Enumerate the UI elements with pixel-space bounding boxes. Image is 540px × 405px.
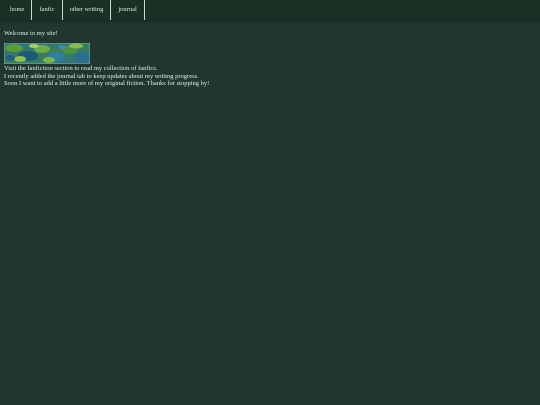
welcome-text: Welcome to my site! <box>4 30 58 37</box>
intro-line-2: I recently added the journal tab to keep… <box>4 72 199 80</box>
intro-line-3: Soon I want to add a little more of my o… <box>4 80 210 88</box>
intro-line-1: Visit the fanfiction section to read my … <box>4 65 158 73</box>
nav-item-fanfic[interactable]: fanfic <box>32 0 63 20</box>
banner-image <box>4 43 90 65</box>
nav-item-other-writing[interactable]: other writing <box>63 0 112 20</box>
nav-item-journal[interactable]: journal <box>111 0 145 20</box>
top-navigation: home fanfic other writing journal <box>0 0 540 20</box>
nav-item-home[interactable]: home <box>3 0 33 20</box>
main-content: Welcome to my site! Visit the fanfiction… <box>0 20 540 88</box>
